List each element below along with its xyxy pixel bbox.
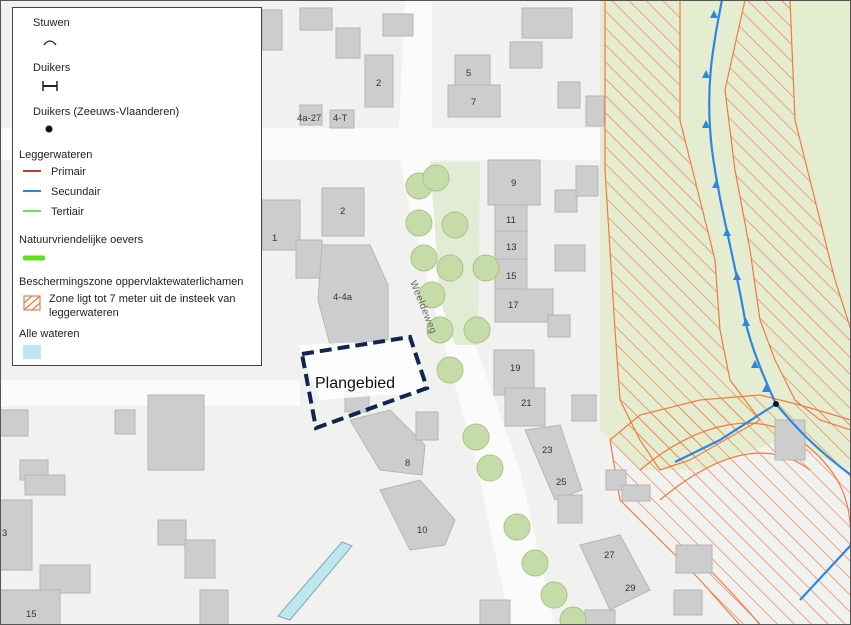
building <box>584 609 616 625</box>
natuurvriendelijk-line-icon <box>23 255 45 261</box>
house-number: 7 <box>471 97 476 108</box>
legend-duikers-zv-label: Duikers (Zeeuws-Vlaanderen) <box>33 106 180 118</box>
building <box>494 288 554 323</box>
plangebied-label: Plangebied <box>315 375 395 392</box>
house-number: 15 <box>26 609 37 620</box>
building <box>554 189 578 213</box>
duiker-marker <box>773 401 779 407</box>
legend-alle-wateren-label: Alle wateren <box>19 328 80 340</box>
building <box>675 544 713 574</box>
building <box>509 41 543 69</box>
house-number: 8 <box>405 458 410 469</box>
building <box>554 244 586 272</box>
building <box>24 474 66 496</box>
building <box>585 95 605 127</box>
legend-duikers-label: Duikers <box>33 62 71 74</box>
building <box>415 411 439 441</box>
building <box>454 54 491 86</box>
building <box>299 7 333 31</box>
building <box>0 409 29 437</box>
tree <box>472 254 500 282</box>
culvert-dot-icon <box>45 125 53 133</box>
building <box>295 239 323 279</box>
house-number: 4-4a <box>333 292 353 303</box>
tree <box>463 316 491 344</box>
house-number: 17 <box>508 300 519 311</box>
house-number: 21 <box>521 398 532 409</box>
building <box>575 165 599 197</box>
legend-natuurvriendelijk-label: Natuurvriendelijke oevers <box>19 234 144 246</box>
house-number: 9 <box>511 178 516 189</box>
building <box>774 419 806 461</box>
building <box>557 494 583 524</box>
building <box>261 199 301 251</box>
house-number: 3 <box>2 528 7 539</box>
house-number: 15 <box>506 271 517 282</box>
building <box>199 589 229 625</box>
legend-primair-label: Primair <box>51 166 86 178</box>
house-number: 4a-27 <box>297 113 321 124</box>
secundair-line-icon <box>23 190 41 192</box>
building <box>673 589 703 616</box>
building <box>184 539 216 579</box>
building <box>157 519 187 546</box>
house-number: 23 <box>542 445 553 456</box>
house-number: 2 <box>376 78 381 89</box>
weir-icon <box>43 40 57 46</box>
tree <box>441 211 469 239</box>
house-number: 25 <box>556 477 567 488</box>
house-number: 10 <box>417 525 428 536</box>
legend-tertiair-label: Tertiair <box>51 206 85 218</box>
building <box>261 9 283 51</box>
house-number: 29 <box>625 583 636 594</box>
primair-line-icon <box>23 170 41 172</box>
tree <box>476 454 504 482</box>
house-number: 27 <box>604 550 615 561</box>
legend-stuwen-label: Stuwen <box>33 17 70 29</box>
building <box>382 13 414 37</box>
tree <box>462 423 490 451</box>
building <box>521 7 573 39</box>
tertiair-line-icon <box>23 210 41 212</box>
legend-zone-line1: Zone ligt tot 7 meter uit de insteek van <box>49 293 236 305</box>
building <box>335 27 361 59</box>
legend-leggerwateren-label: Leggerwateren <box>19 149 93 161</box>
tree <box>521 549 549 577</box>
tree <box>410 244 438 272</box>
tree <box>422 164 450 192</box>
house-number: 5 <box>466 68 471 79</box>
legend-zone-line2: leggerwateren <box>49 307 119 319</box>
building <box>571 394 597 422</box>
building <box>547 314 571 338</box>
culvert-icon <box>42 81 58 91</box>
map-legend: Stuwen Duikers Duikers (Zeeuws-Vlaandere… <box>12 7 262 366</box>
house-number: 4-T <box>333 113 347 124</box>
tree <box>436 254 464 282</box>
house-number: 13 <box>506 242 517 253</box>
house-number: 2 <box>340 206 345 217</box>
tree <box>405 209 433 237</box>
building <box>114 409 136 435</box>
legend-secundair-label: Secundair <box>51 186 101 198</box>
tree <box>540 581 568 609</box>
house-number: 11 <box>506 215 516 226</box>
tree <box>503 513 531 541</box>
legend-beschermingszone-label: Beschermingszone oppervlaktewaterlichame… <box>19 276 244 288</box>
house-number: 19 <box>510 363 521 374</box>
zone-hatch-icon <box>23 295 41 311</box>
building <box>39 564 91 594</box>
building <box>479 599 511 625</box>
house-number: 1 <box>272 233 277 244</box>
tree <box>436 356 464 384</box>
building <box>147 394 205 471</box>
alle-wateren-swatch <box>23 345 41 359</box>
building <box>557 81 581 109</box>
building <box>621 484 651 502</box>
